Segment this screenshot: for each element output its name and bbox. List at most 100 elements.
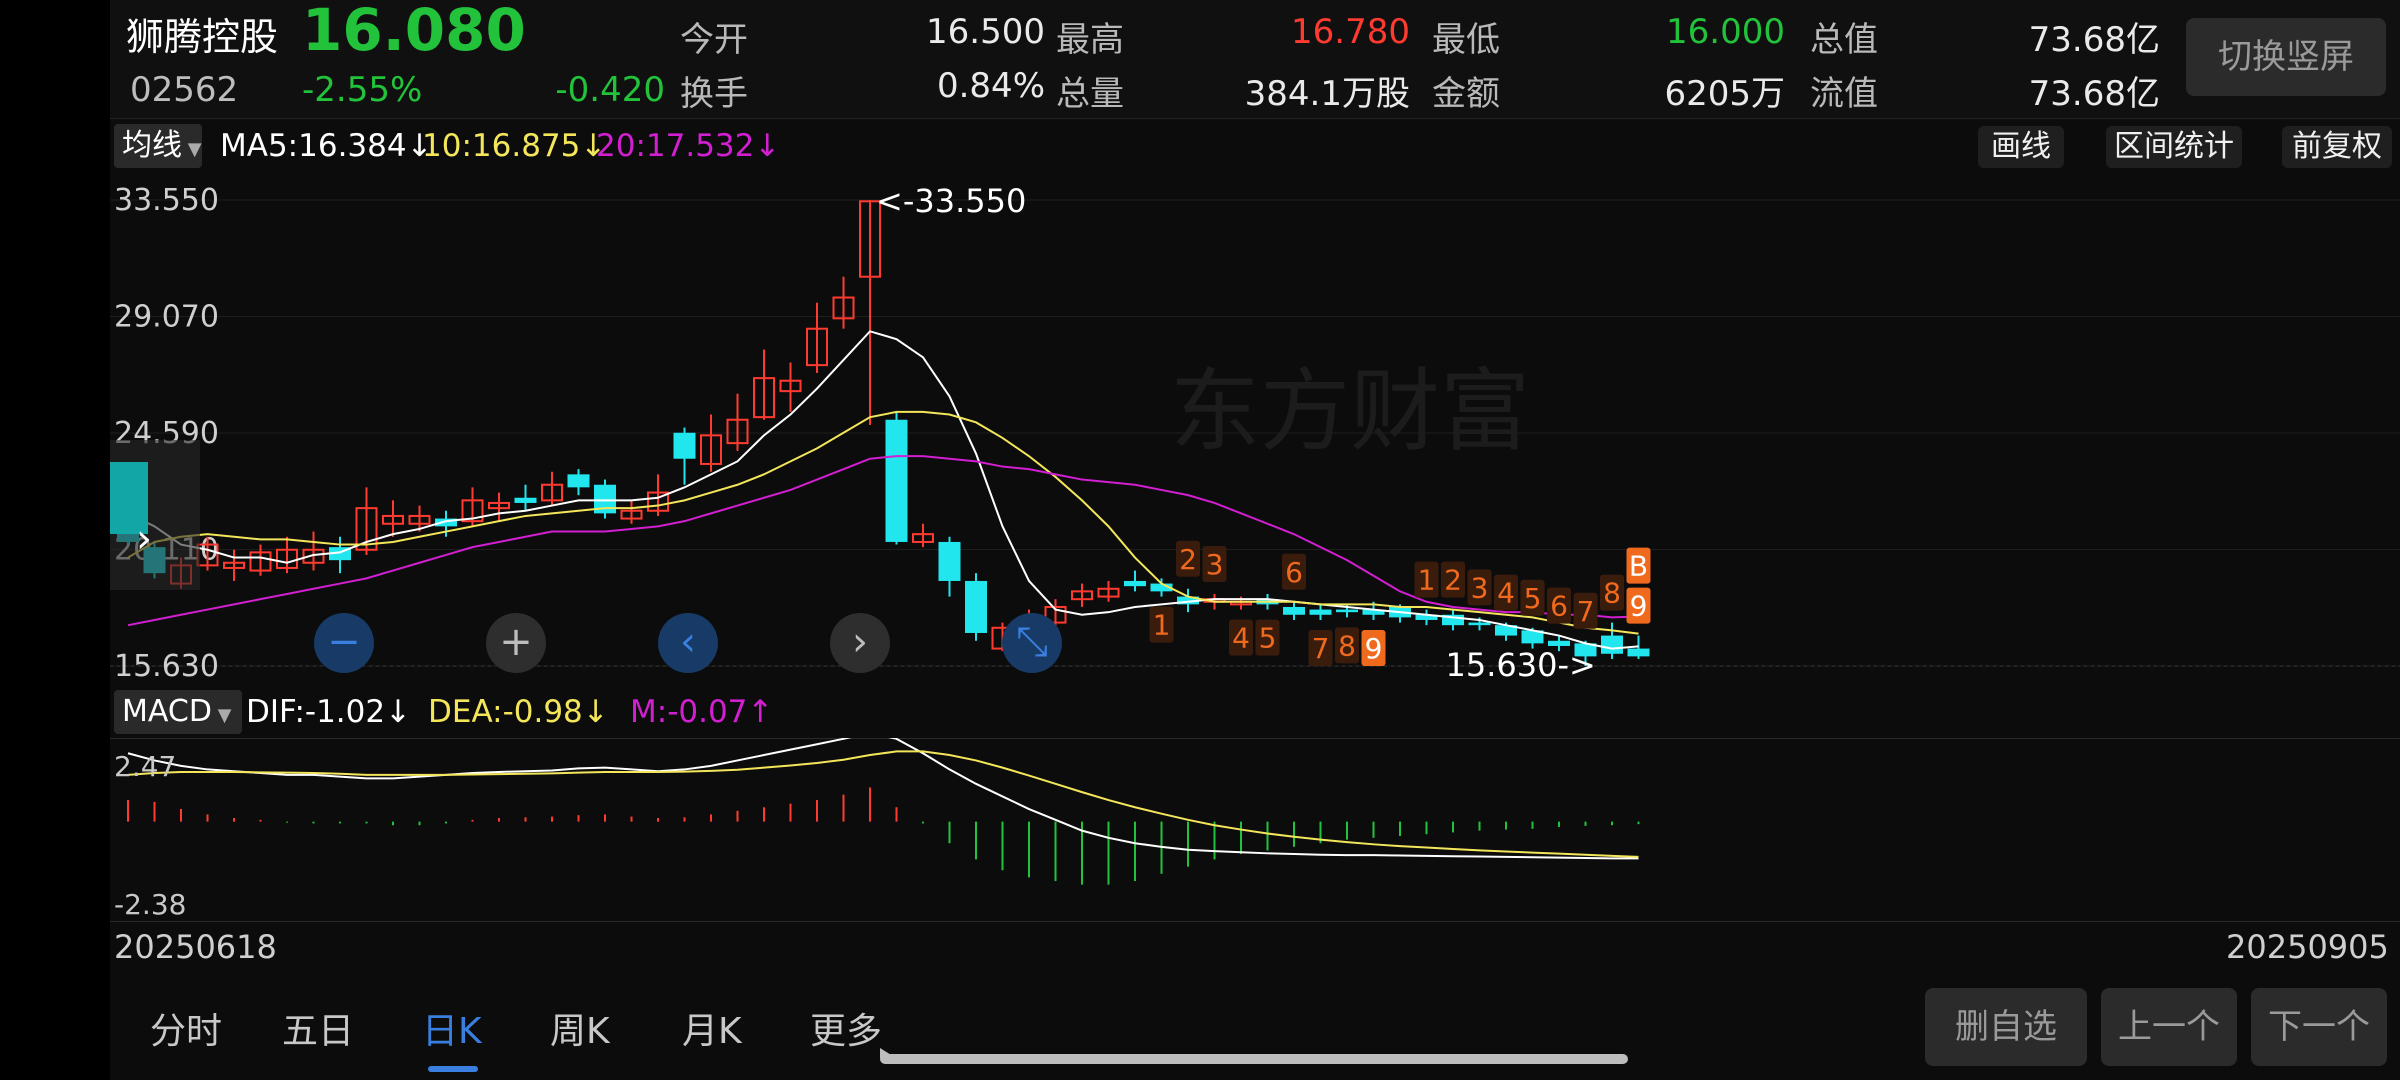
macd-hist-bar (1505, 821, 1507, 830)
scrollbar-cap (880, 1048, 896, 1058)
price-axis-label: 29.070 (114, 300, 219, 335)
macd-hist-bar (153, 801, 156, 822)
macd-hist-bar (1637, 821, 1640, 825)
dropdown-caret-icon: ▼ (182, 139, 202, 160)
candle-body (1468, 622, 1491, 626)
td-count-marker: 1 (1149, 606, 1174, 643)
macd-hist-bar (577, 815, 580, 822)
tab-0[interactable]: 分时 (150, 1002, 222, 1054)
macd-hist-bar (1187, 821, 1189, 867)
macd-hist-bar (1134, 821, 1136, 882)
tab-2[interactable]: 日K (422, 1002, 482, 1054)
switch-portrait-button[interactable]: 切换竖屏 (2186, 18, 2386, 96)
change-amount: -0.420 (555, 70, 665, 110)
chevron-left-icon: ‹ (680, 619, 696, 665)
forward-adjust-button[interactable]: 前复权 (2282, 126, 2392, 168)
candle-body (938, 541, 961, 581)
macd-hist-bar (1001, 821, 1004, 871)
side-drawer-handle[interactable]: › (110, 440, 200, 590)
candle-body (1124, 580, 1146, 587)
svg-text:2: 2 (1179, 543, 1197, 576)
ma20-readout: 20:17.532↓ (596, 128, 781, 164)
indicator-selector-ma[interactable]: 均线 ▼ (114, 124, 202, 168)
draw-line-button[interactable]: 画线 (1978, 126, 2064, 168)
dea-line (127, 750, 1639, 858)
previous-stock-button[interactable]: 上一个 (2101, 988, 2237, 1066)
td-count-marker: 8 (1335, 627, 1359, 664)
dropdown-caret-icon: ▼ (211, 705, 232, 726)
svg-text:1: 1 (1153, 609, 1171, 642)
candle-body (1336, 609, 1358, 613)
macd-hist-bar (392, 821, 394, 826)
macd-hist-bar (975, 821, 977, 860)
svg-text:3: 3 (1471, 571, 1489, 604)
price-axis-label: 15.630 (114, 649, 219, 684)
ma20-line (127, 455, 1639, 627)
candle-body (514, 497, 537, 503)
min-price-marker: 15.630-> (1446, 646, 1596, 684)
macd-hist-bar (1346, 821, 1348, 840)
macd-hist-bar (1452, 821, 1454, 833)
macd-hist-bar (683, 817, 686, 822)
macd-hist-bar (312, 821, 315, 824)
next-stock-button[interactable]: 下一个 (2251, 988, 2387, 1066)
collapse-button[interactable]: ⤡ (1002, 613, 1062, 673)
macd-hist-bar (1478, 821, 1481, 831)
chevron-right-icon: › (852, 619, 868, 665)
macd-hist-bar (233, 818, 235, 822)
td-count-marker: 3 (1202, 545, 1227, 582)
macd-hist-bar (206, 814, 209, 822)
dea-readout: DEA:-0.98↓ (428, 694, 609, 730)
td-count-marker: 1 (1414, 561, 1439, 598)
market-cap-label: 总值 (1810, 20, 1878, 60)
chevron-left-button[interactable]: ‹ (658, 613, 718, 673)
macd-hist-bar (471, 819, 474, 822)
svg-text:6: 6 (1550, 590, 1568, 623)
macd-hist-bar (1266, 821, 1269, 851)
chevron-right-icon: › (136, 516, 152, 562)
chevron-right-button[interactable]: › (830, 613, 890, 673)
td-count-marker: 9 (1626, 587, 1651, 624)
ma-selector-label: 均线 (122, 128, 182, 163)
svg-text:3: 3 (1206, 548, 1224, 581)
range-stats-button[interactable]: 区间统计 (2106, 126, 2242, 168)
ma10-readout: 10:16.875↓ (422, 128, 607, 164)
zoom-out-button[interactable]: − (314, 613, 374, 673)
candle-body (1627, 648, 1650, 657)
macd-chart[interactable]: 2.47 -2.38 (110, 738, 2400, 922)
float-cap-label: 流值 (1810, 74, 1878, 114)
amount-label: 金额 (1432, 74, 1500, 114)
macd-hist-bar (180, 809, 182, 822)
td-count-marker: 9 (1361, 629, 1386, 666)
stock-code: 02562 (130, 70, 239, 110)
svg-text:4: 4 (1497, 577, 1515, 610)
svg-text:4: 4 (1232, 622, 1250, 655)
macd-hist-bar (736, 810, 739, 822)
stock-name: 狮腾控股 (126, 15, 279, 59)
macd-hist-bar (948, 821, 951, 844)
candlestick-chart[interactable]: 东方财富 33.55029.07024.59020.11015.630 2361… (110, 172, 2400, 690)
macd-hist-bar (551, 816, 553, 822)
macd-hist-bar (524, 817, 527, 822)
macd-hist-bar (1054, 821, 1057, 882)
high-label: 最高 (1056, 20, 1124, 60)
td-count-marker: 4 (1494, 574, 1518, 611)
tab-3[interactable]: 周K (550, 1002, 610, 1054)
market-cap-value: 73.68亿 (2028, 20, 2160, 60)
tab-5[interactable]: 更多 (810, 1002, 882, 1054)
candle-body (673, 432, 696, 459)
td-count-marker: 7 (1308, 629, 1333, 666)
macd-hist-bar (1213, 821, 1216, 860)
zoom-in-button[interactable]: + (486, 613, 546, 673)
high-value: 16.780 (1291, 12, 1410, 52)
remove-watchlist-button[interactable]: 删自选 (1925, 988, 2087, 1066)
tab-1[interactable]: 五日 (282, 1002, 354, 1054)
macd-hist-bar (498, 818, 500, 822)
horizontal-scrollbar[interactable] (880, 1054, 1628, 1064)
indicator-selector-macd[interactable]: MACD ▼ (114, 690, 242, 734)
svg-text:1: 1 (1418, 564, 1436, 597)
macd-hist-bar (286, 821, 288, 823)
macd-hist-bar (895, 807, 898, 822)
tab-4[interactable]: 月K (682, 1002, 742, 1054)
svg-text:9: 9 (1630, 590, 1648, 623)
